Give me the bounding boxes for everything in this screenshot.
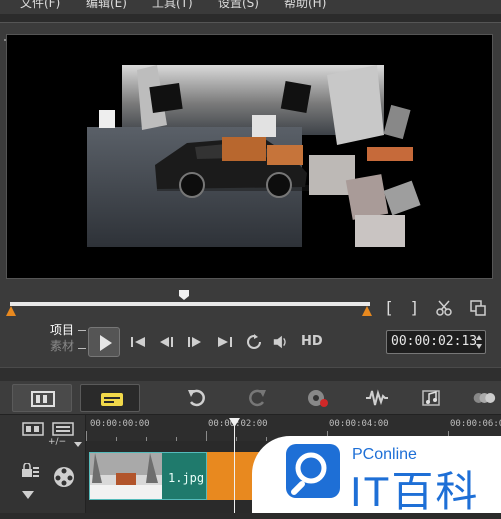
trim-out-marker[interactable]: [362, 306, 372, 316]
undo-icon[interactable]: [185, 388, 209, 408]
mark-in-button[interactable]: [: [384, 298, 394, 317]
track-controls-panel: +/−: [0, 415, 86, 513]
go-to-end-icon[interactable]: [216, 334, 234, 350]
ruler-label: 00:00:00:00: [90, 419, 150, 429]
add-remove-chapter-button[interactable]: +/−: [48, 437, 66, 447]
timecode-field[interactable]: 00:00:02:13: [386, 330, 486, 354]
ruler-label: 00:00:06:00: [450, 419, 501, 429]
panel-divider[interactable]: [0, 367, 501, 387]
mode-selector: 项目 素材: [50, 322, 74, 354]
mode-project[interactable]: 项目: [50, 322, 74, 338]
preview-image: [87, 65, 421, 247]
play-button[interactable]: [88, 327, 120, 357]
menu-help[interactable]: 帮助(H): [264, 0, 330, 12]
track-manager-icon[interactable]: [52, 422, 74, 436]
watermark-brand: IT百科: [350, 468, 480, 515]
preview-screen: [6, 34, 493, 279]
chevron-down-icon[interactable]: [74, 442, 82, 447]
trim-controls: [ ]: [384, 298, 487, 317]
playhead-line[interactable]: [234, 423, 235, 513]
panel-grip-icon[interactable]: [4, 26, 18, 41]
next-frame-icon[interactable]: [186, 334, 204, 350]
divider-grip-icon: [4, 372, 18, 387]
ruler-label: 00:00:04:00: [329, 419, 389, 429]
record-capture-icon[interactable]: [306, 388, 330, 408]
playhead-marker-icon[interactable]: [229, 418, 240, 427]
clip-name: 1.jpg: [168, 471, 205, 485]
preview-scrubber[interactable]: [10, 302, 370, 306]
timecode-spinner-icon[interactable]: [475, 333, 483, 351]
search-logo-icon: [286, 444, 340, 498]
menu-file[interactable]: 文件(F): [0, 0, 66, 12]
mode-indicator: [78, 330, 86, 331]
scissors-icon[interactable]: [435, 299, 453, 317]
storyboard-view-tab[interactable]: [12, 384, 72, 412]
mode-clip[interactable]: 素材: [50, 338, 74, 354]
timeline-view-tab[interactable]: [80, 384, 140, 412]
motion-tracking-icon[interactable]: [472, 388, 496, 408]
hd-preview-toggle[interactable]: HD: [301, 334, 323, 349]
enlarge-preview-icon[interactable]: [469, 299, 487, 317]
ruler-tick: [86, 431, 87, 441]
previous-frame-icon[interactable]: [157, 334, 175, 350]
menu-edit[interactable]: 编辑(E): [66, 0, 132, 12]
timeline-view-icon: [101, 393, 123, 406]
redo-icon[interactable]: [245, 388, 269, 408]
mode-indicator-2: [78, 348, 86, 349]
sound-mixer-icon[interactable]: [365, 388, 389, 408]
expand-track-icon[interactable]: [22, 491, 34, 499]
play-icon: [100, 335, 112, 351]
timeline-clip[interactable]: 1.jpg: [89, 452, 207, 500]
volume-icon[interactable]: [272, 334, 290, 350]
mark-out-button[interactable]: ]: [410, 298, 420, 317]
menu-tools[interactable]: 工具(T): [132, 0, 198, 12]
ruler-tick: [206, 431, 207, 441]
auto-music-icon[interactable]: [420, 388, 444, 408]
scrubber-handle[interactable]: [178, 289, 190, 301]
clip-thumbnail: [90, 453, 162, 499]
show-all-tracks-icon[interactable]: [22, 422, 44, 436]
filmstrip-icon: [31, 391, 55, 407]
go-to-start-icon[interactable]: [129, 334, 147, 350]
timeline-toolbar: [0, 381, 501, 415]
menu-bar: 文件(F) 编辑(E) 工具(T) 设置(S) 帮助(H): [0, 0, 501, 14]
lock-track-icon[interactable]: [20, 463, 40, 479]
menu-settings[interactable]: 设置(S): [198, 0, 264, 12]
repeat-icon[interactable]: [245, 334, 263, 350]
trim-in-marker[interactable]: [6, 306, 16, 316]
video-track-icon: [54, 467, 74, 487]
